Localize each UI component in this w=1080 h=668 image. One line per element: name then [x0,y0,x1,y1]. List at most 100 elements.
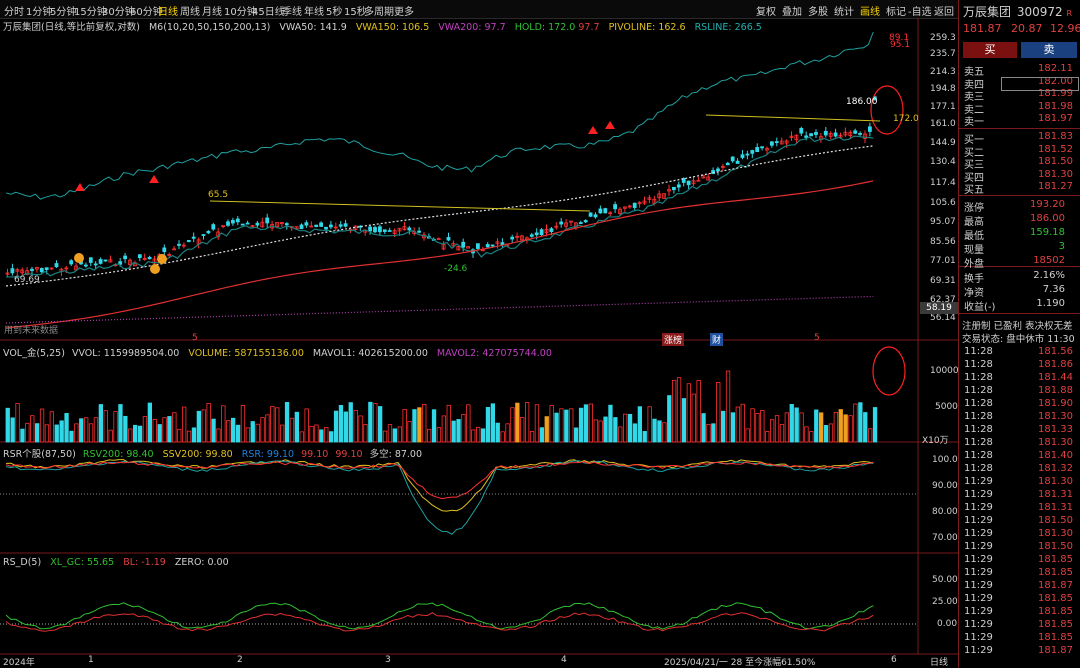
candle [235,218,240,223]
volume-bar [779,424,785,443]
candle [284,223,289,226]
tick-price: 181.85 [1038,632,1073,643]
volume-bar [25,422,30,443]
volume-bar [760,410,765,443]
tick-row: 11:29 181.31 [962,489,1077,501]
quote-label: 收益(-) [964,302,996,313]
volume-bar [167,416,172,443]
candle [206,230,211,234]
volume-bar [814,409,819,443]
rsr-v3: 99.10 [335,449,363,460]
candle [299,224,304,230]
candle [735,160,740,164]
volume-bar [309,425,314,443]
tick-time: 11:29 [964,580,993,591]
volume-bar [275,407,280,443]
toolbar-button[interactable]: 返回 [934,3,954,18]
period-tab[interactable]: 1分钟 [26,3,52,18]
ask-row[interactable]: 卖一 181.97 [962,113,1077,128]
low-label: -24.6 [444,264,468,274]
quote-value: 159.18 [1030,227,1065,238]
period-tab[interactable]: 分时 [4,3,24,18]
kline-chart[interactable] [0,18,958,668]
candle [30,268,34,271]
volume-bar [868,428,873,443]
candle [672,186,676,191]
rsr: RSR: 99.10 [241,449,295,460]
volume-bar [505,423,510,443]
candle [750,150,755,154]
volume-bar [5,407,10,443]
period-tab[interactable]: 45日线 [252,3,285,18]
volume-bar [637,406,642,443]
volume-bar [35,423,40,443]
candle [377,226,382,233]
period-tab[interactable]: 多周期 [364,3,394,18]
period-tab[interactable]: 月线 [202,3,222,18]
volume-bar [230,417,236,443]
period-tab[interactable]: 5分钟 [50,3,76,18]
tick-time: 11:28 [964,424,993,435]
buy-button[interactable]: 买 [963,42,1017,58]
volume-bar [260,417,265,443]
volume-bar [152,419,157,443]
bid-row[interactable]: 买五 181.27 [962,181,1077,196]
ask-row[interactable]: 卖五 182.11 [962,63,1077,78]
toolbar-button[interactable]: 多股 [808,3,828,18]
vwa50-legend: VWA50: 141.9 [279,22,347,33]
candle [407,227,412,231]
period-tab[interactable]: 周线 [180,3,200,18]
candle [745,153,750,156]
tick-row: 11:29 181.30 [962,528,1077,540]
toolbar-button[interactable]: 复权 [756,3,776,18]
candle [245,222,250,225]
tick-price: 181.50 [1038,541,1073,552]
ask-row[interactable]: 卖二 181.98 [962,101,1077,116]
volume-bar [809,431,814,443]
volume-bar [431,409,437,443]
candle [230,220,235,224]
volume-bar [672,379,677,443]
volume-bar [745,428,750,443]
ob-price: 181.52 [1038,143,1073,155]
candle [676,184,681,188]
toolbar-button[interactable]: 画线 [860,3,880,18]
sell-button[interactable]: 卖 [1021,42,1077,58]
period-tab[interactable]: 5秒 [326,3,342,18]
volume-bar [569,408,574,443]
candle [490,244,495,247]
tick-row: 11:28 181.33 [962,424,1077,436]
candle [833,132,838,137]
period-tab[interactable]: 更多 [394,3,414,18]
caibao-tag: 财 [710,333,724,346]
period-tab[interactable]: 季线 [282,3,302,18]
volume-bar [128,428,133,443]
vol-axis-unit: X10万 [922,436,949,446]
volume-bar [172,412,177,443]
price-box-label: 58.19 [920,302,958,314]
zhangting-tag: 涨榜 [662,333,685,346]
rs-upper-line [5,31,874,200]
bid-row[interactable]: 买三 181.50 [962,156,1077,171]
volume-bar [627,413,633,443]
bid-row[interactable]: 买一 181.83 [962,131,1077,146]
bid-row[interactable]: 买二 181.52 [962,143,1077,159]
period-toolbar: 分时 1分钟 5分钟 15分钟 30分钟 60分钟 日线 周线 月线 10分钟 45日线 季线 年线 5秒… [0,0,958,19]
candle [240,223,245,226]
period-tab[interactable]: 日线 [158,3,178,18]
toolbar-button[interactable]: -自选 [908,3,932,18]
period-tab[interactable]: 年线 [304,3,324,18]
volume-bar [554,412,559,443]
candle [314,224,319,227]
bid-row[interactable]: 买四 181.30 [962,169,1077,184]
toolbar-button[interactable]: 叠加 [782,3,802,18]
tick-price: 181.87 [1038,645,1073,656]
tick-price: 181.32 [1038,463,1073,474]
price-axis-label: 144.9 [930,138,956,148]
volume-bar [343,411,349,443]
toolbar-button[interactable]: 统计 [834,3,854,18]
volume-bar [593,419,598,443]
candle [485,244,490,248]
vol-axis-10000: 10000 [930,366,959,376]
toolbar-button[interactable]: 标记 [886,3,906,18]
